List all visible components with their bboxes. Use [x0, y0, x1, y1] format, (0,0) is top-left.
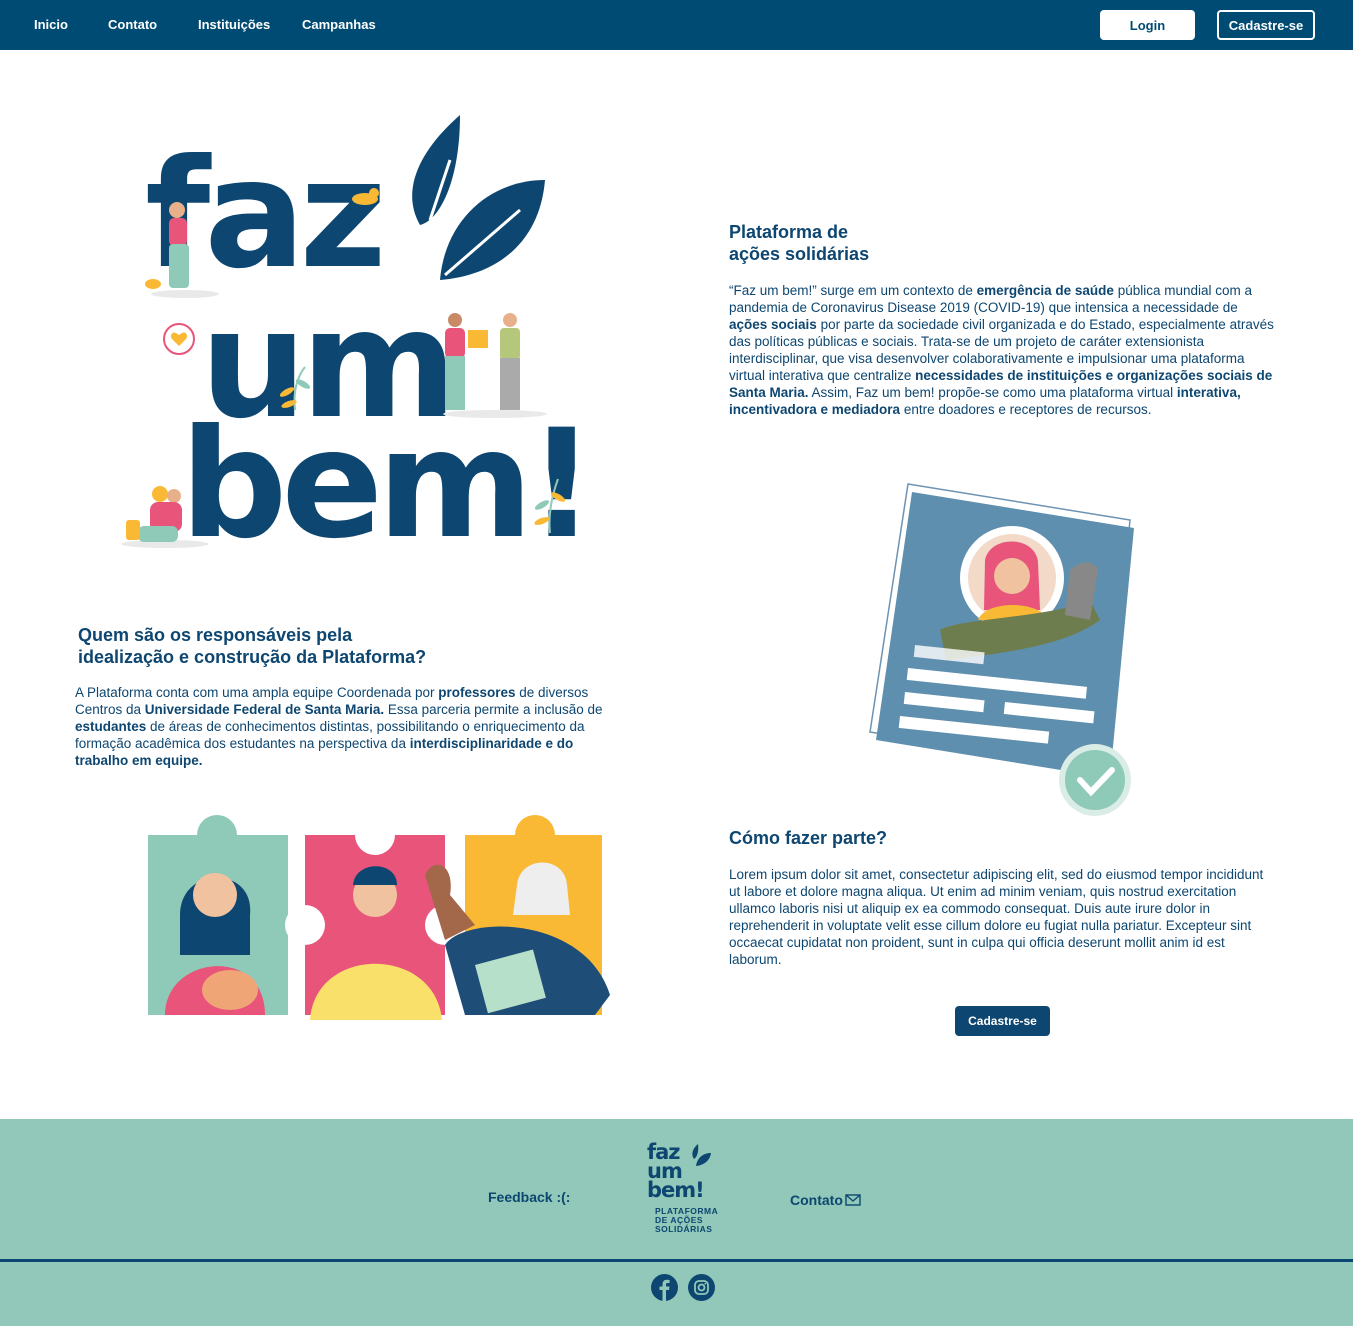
team-title: Quem são os responsáveis pela idealizaçã… [78, 624, 426, 668]
join-text: Lorem ipsum dolor sit amet, consectetur … [729, 867, 1264, 967]
team-text-bold: estudantes [75, 719, 147, 734]
nav-link-campanhas[interactable]: Campanhas [302, 17, 376, 32]
feedback-link[interactable]: Feedback :(: [488, 1189, 570, 1205]
signup-button-main[interactable]: Cadastre-se [955, 1006, 1050, 1036]
footer: Feedback :(: faz um bem! PLATAFORMA DE A… [0, 1119, 1353, 1326]
team-title-line2: idealização e construção da Plataforma? [78, 647, 427, 667]
nav-link-contato[interactable]: Contato [108, 17, 157, 32]
contato-link[interactable]: Contato [790, 1192, 861, 1208]
footer-logo-line3: bem! [647, 1178, 705, 1202]
contato-label: Contato [790, 1192, 843, 1208]
about-text-part: Assim, Faz um bem! propõe-se como uma pl… [808, 385, 1177, 400]
team-text-part: A Plataforma conta com uma ampla equipe … [75, 685, 439, 700]
about-title-line2: ações solidárias [729, 244, 870, 264]
nav-link-instituicoes[interactable]: Instituições [198, 17, 270, 32]
team-title-line1: Quem são os responsáveis pela [78, 625, 353, 645]
facebook-icon[interactable] [651, 1274, 678, 1301]
hero-logo: faz um bem! [100, 100, 620, 570]
mail-icon [845, 1194, 861, 1206]
about-text: “Faz um bem!” surge em um contexto de em… [729, 282, 1277, 418]
about-text-bold: ações sociais [729, 317, 817, 332]
donation-illustration [443, 313, 547, 418]
about-title: Plataforma de ações solidárias [729, 221, 869, 265]
team-text-part: Essa parceria permite a inclusão de [384, 702, 603, 717]
instagram-icon[interactable] [688, 1274, 715, 1301]
cat-illustration [352, 188, 379, 205]
heart-chat-icon [163, 323, 195, 355]
team-text-bold: professores [438, 685, 516, 700]
plant-illustration [279, 366, 311, 411]
plant-illustration-2 [534, 478, 566, 534]
hug-illustration [121, 486, 209, 548]
about-text-part: entre doadores e receptores de recursos. [900, 402, 1152, 417]
leaf-icon [412, 115, 545, 280]
footer-divider [0, 1259, 1353, 1262]
puzzle-team-illustration [148, 815, 610, 1020]
footer-logo: faz um bem! PLATAFORMA DE AÇÕES SOLIDÁRI… [647, 1142, 727, 1243]
footer-leaf-icon [692, 1144, 711, 1166]
nav-link-inicio[interactable]: Inicio [34, 17, 68, 32]
check-icon [1065, 750, 1125, 810]
team-text: A Plataforma conta com uma ampla equipe … [75, 684, 603, 769]
team-text-bold: Universidade Federal de Santa Maria. [144, 702, 385, 717]
person-illustration-walking [145, 202, 219, 298]
about-text-part: “Faz um bem!” surge em um contexto de [729, 283, 977, 298]
logo-word-bem: bem! [180, 398, 596, 572]
signup-button-header[interactable]: Cadastre-se [1217, 10, 1315, 40]
top-navbar: Inicio Contato Instituições Campanhas Lo… [0, 0, 1353, 50]
about-text-bold: emergência de saúde [976, 283, 1114, 298]
about-title-line1: Plataforma de [729, 222, 849, 242]
profile-card-illustration [869, 483, 1134, 816]
footer-logo-sub3: SOLIDÁRIAS [655, 1224, 713, 1234]
join-title: Cómo fazer parte? [729, 828, 888, 848]
login-button[interactable]: Login [1100, 10, 1195, 40]
